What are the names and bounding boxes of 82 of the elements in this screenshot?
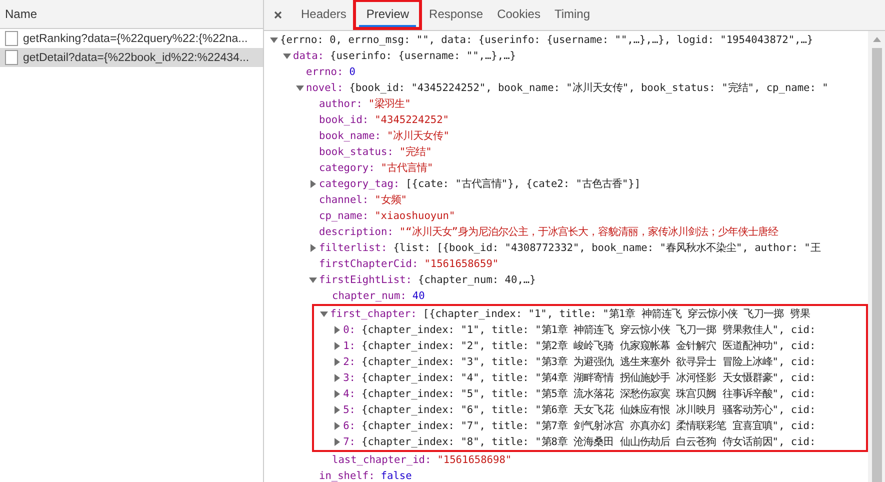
json-value: "古代言情" <box>380 161 434 175</box>
json-value: {chapter_index: "1", title: "第1章 神箭连飞 穿云惊小侠 飞刀一掷 劈果救佳人", cid: <box>362 323 816 337</box>
json-key: firstEightList: <box>319 274 412 286</box>
json-value: {chapter_index: "3", title: "第3章 为避强仇 逃生来塞外 欲寻异士 冒险上冰峰", cid: <box>362 355 816 369</box>
request-row[interactable]: getDetail?data={%22book_id%22:%22434... <box>0 48 263 67</box>
name-column-header[interactable]: Name <box>0 0 263 29</box>
json-key: description: <box>319 226 394 238</box>
json-value: "完结" <box>399 145 432 159</box>
disclosure-triangle-icon[interactable] <box>333 422 342 430</box>
json-key: data: <box>293 50 324 62</box>
json-key: 4: <box>343 388 356 400</box>
json-value: {chapter_index: "6", title: "第6章 天女飞花 仙姝应有恨 冰川映月 骚客动芳心", cid: <box>362 403 816 417</box>
json-key: 6: <box>343 420 356 432</box>
request-row[interactable]: getRanking?data={%22query%22:{%22na... <box>0 29 263 48</box>
disclosure-triangle-icon[interactable] <box>333 358 342 366</box>
json-value: "梁羽生" <box>368 97 411 111</box>
disclosure-triangle-icon[interactable] <box>309 276 317 284</box>
json-key: filterlist: <box>319 242 388 254</box>
disclosure-triangle-icon[interactable] <box>333 342 342 350</box>
json-key: book_name: <box>319 130 381 142</box>
disclosure-triangle-icon[interactable] <box>320 310 328 318</box>
disclosure-triangle-icon[interactable] <box>333 390 342 398</box>
json-key: novel: <box>306 82 344 94</box>
json-value: "xiaoshuoyun" <box>374 210 456 222</box>
json-value: {book_id: "4345224252", book_name: "冰川天女传", book_status: "完结", cp_name: " <box>349 81 828 95</box>
json-key: chapter_num: <box>332 290 406 302</box>
json-value: {chapter_index: "8", title: "第8章 沧海桑田 仙山伤劫后 白云苍狗 侍女话前因", cid: <box>362 435 816 449</box>
json-value: "“冰川天女”身为尼泊尔公主，于冰宫长大，容貌清丽，家传冰川剑法；少年侠士唐经 <box>399 225 778 239</box>
disclosure-triangle-icon[interactable] <box>309 244 317 252</box>
json-value: "女频" <box>374 193 408 207</box>
tab[interactable]: Timing <box>547 0 598 30</box>
json-value: {list: [{book_id: "4308772332", book_name: "春风秋水不染尘", author: "王 <box>393 241 820 255</box>
json-value: false <box>380 470 412 482</box>
json-key: 1: <box>343 340 356 352</box>
json-value: "1561658659" <box>424 258 499 270</box>
json-key: 3: <box>343 372 356 384</box>
tab[interactable]: Headers <box>294 0 354 30</box>
json-key: category: <box>319 162 375 174</box>
json-key: cp_name: <box>319 210 369 222</box>
json-value: "1561658698" <box>437 454 512 466</box>
tab[interactable]: Preview <box>359 2 416 27</box>
scrollbar[interactable] <box>868 31 885 482</box>
json-key: 5: <box>343 404 356 416</box>
json-value: {chapter_index: "5", title: "第5章 流水落花 深愁伤寂寞 珠宫贝阙 往事诉辛酸", cid: <box>362 387 816 401</box>
json-value: "4345224252" <box>374 114 450 126</box>
json-key: 2: <box>343 356 356 368</box>
disclosure-triangle-icon[interactable] <box>296 84 304 92</box>
json-key: in_shelf: <box>319 470 375 482</box>
disclosure-triangle-icon[interactable] <box>333 326 342 334</box>
json-value: {chapter_index: "2", title: "第2章 峻岭飞骑 仇家窥帐幕 金针解穴 医道配神功", cid: <box>362 339 816 353</box>
json-key: book_status: <box>319 146 394 158</box>
json-value: [{cate: "古代言情"}, {cate2: "古色古香"}] <box>406 177 641 191</box>
json-key: channel: <box>319 194 369 206</box>
file-icon <box>5 31 18 46</box>
disclosure-triangle-icon[interactable] <box>270 36 278 44</box>
json-key: 7: <box>343 436 356 448</box>
scrollbar-thumb[interactable] <box>872 48 882 482</box>
disclosure-triangle-icon[interactable] <box>309 180 317 188</box>
json-key: 0: <box>343 324 356 336</box>
disclosure-triangle-icon[interactable] <box>283 52 291 60</box>
disclosure-triangle-icon[interactable] <box>333 374 342 382</box>
json-value: {userinfo: {username: "",…},…} <box>330 50 516 62</box>
json-key: last_chapter_id: <box>332 454 432 466</box>
json-value: "冰川天女传" <box>387 129 450 143</box>
json-key: book_id: <box>319 114 369 126</box>
json-value: [{chapter_index: "1", title: "第1章 神箭连飞 穿云惊小侠 飞刀一掷 劈果 <box>422 307 810 321</box>
json-value: 0 <box>349 66 356 78</box>
json-key: errno: <box>306 66 344 78</box>
disclosure-triangle-icon[interactable] <box>333 406 342 414</box>
json-key: author: <box>319 98 362 110</box>
json-key: category_tag: <box>319 178 400 190</box>
json-value: 40 <box>412 290 425 302</box>
disclosure-triangle-icon[interactable] <box>333 438 342 446</box>
json-key: firstChapterCid: <box>319 258 418 270</box>
json-value: {chapter_index: "7", title: "第7章 剑气射冰宫 亦真亦幻 柔情联彩笔 宜喜宜嗔", cid: <box>362 419 816 433</box>
json-value: {chapter_num: 40,…} <box>418 274 536 286</box>
file-icon <box>5 50 18 65</box>
tab[interactable]: Response <box>422 0 490 30</box>
json-value: {chapter_index: "4", title: "第4章 湖畔寄情 拐仙施妙手 冰河怪影 天女慑群豪", cid: <box>362 371 816 385</box>
json-key: first_chapter: <box>330 308 417 320</box>
tab[interactable]: Cookies <box>490 0 548 30</box>
json-value: {errno: 0, errno_msg: "", data: {userinfo: {username: "",…},…}, logid: "1954043872",…} <box>280 34 814 46</box>
